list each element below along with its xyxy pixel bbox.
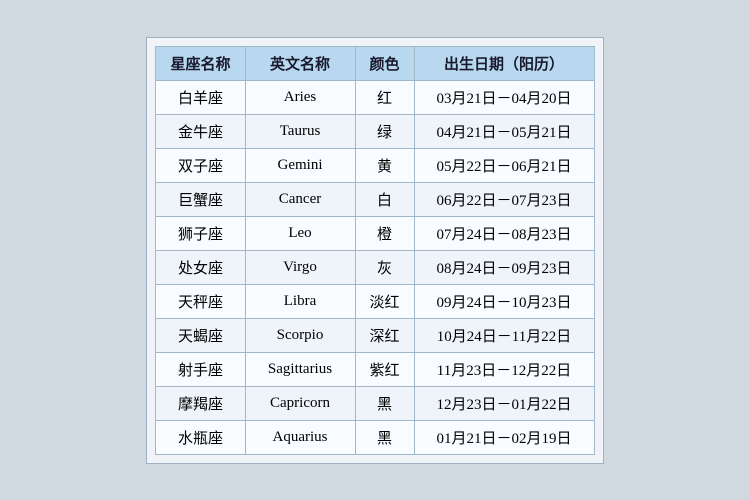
table-row: 白羊座Aries红03月21日－04月20日 xyxy=(156,80,594,114)
table-row: 水瓶座Aquarius黑01月21日－02月19日 xyxy=(156,420,594,454)
cell-english: Aquarius xyxy=(245,420,355,454)
header-chinese: 星座名称 xyxy=(156,46,245,80)
cell-chinese: 处女座 xyxy=(156,250,245,284)
table-row: 双子座Gemini黄05月22日－06月21日 xyxy=(156,148,594,182)
cell-english: Gemini xyxy=(245,148,355,182)
zodiac-table: 星座名称 英文名称 颜色 出生日期（阳历） 白羊座Aries红03月21日－04… xyxy=(155,46,594,455)
cell-english: Aries xyxy=(245,80,355,114)
cell-date: 03月21日－04月20日 xyxy=(414,80,594,114)
table-row: 摩羯座Capricorn黑12月23日－01月22日 xyxy=(156,386,594,420)
cell-english: Sagittarius xyxy=(245,352,355,386)
header-english: 英文名称 xyxy=(245,46,355,80)
header-color: 颜色 xyxy=(355,46,414,80)
zodiac-table-container: 星座名称 英文名称 颜色 出生日期（阳历） 白羊座Aries红03月21日－04… xyxy=(146,37,603,464)
table-row: 天秤座Libra淡红09月24日－10月23日 xyxy=(156,284,594,318)
cell-chinese: 摩羯座 xyxy=(156,386,245,420)
cell-color: 深红 xyxy=(355,318,414,352)
cell-date: 04月21日－05月21日 xyxy=(414,114,594,148)
table-row: 巨蟹座Cancer白06月22日－07月23日 xyxy=(156,182,594,216)
cell-chinese: 双子座 xyxy=(156,148,245,182)
cell-color: 淡红 xyxy=(355,284,414,318)
cell-english: Virgo xyxy=(245,250,355,284)
cell-date: 07月24日－08月23日 xyxy=(414,216,594,250)
cell-date: 11月23日－12月22日 xyxy=(414,352,594,386)
cell-english: Leo xyxy=(245,216,355,250)
cell-date: 12月23日－01月22日 xyxy=(414,386,594,420)
cell-chinese: 白羊座 xyxy=(156,80,245,114)
cell-date: 06月22日－07月23日 xyxy=(414,182,594,216)
cell-english: Capricorn xyxy=(245,386,355,420)
cell-chinese: 狮子座 xyxy=(156,216,245,250)
cell-color: 绿 xyxy=(355,114,414,148)
table-row: 狮子座Leo橙07月24日－08月23日 xyxy=(156,216,594,250)
cell-english: Cancer xyxy=(245,182,355,216)
cell-date: 05月22日－06月21日 xyxy=(414,148,594,182)
cell-chinese: 金牛座 xyxy=(156,114,245,148)
cell-color: 白 xyxy=(355,182,414,216)
cell-english: Taurus xyxy=(245,114,355,148)
cell-chinese: 天秤座 xyxy=(156,284,245,318)
cell-chinese: 巨蟹座 xyxy=(156,182,245,216)
table-row: 金牛座Taurus绿04月21日－05月21日 xyxy=(156,114,594,148)
cell-chinese: 天蝎座 xyxy=(156,318,245,352)
cell-color: 红 xyxy=(355,80,414,114)
cell-date: 10月24日－11月22日 xyxy=(414,318,594,352)
cell-english: Libra xyxy=(245,284,355,318)
table-row: 处女座Virgo灰08月24日－09月23日 xyxy=(156,250,594,284)
cell-chinese: 水瓶座 xyxy=(156,420,245,454)
cell-color: 橙 xyxy=(355,216,414,250)
cell-color: 灰 xyxy=(355,250,414,284)
cell-date: 09月24日－10月23日 xyxy=(414,284,594,318)
cell-english: Scorpio xyxy=(245,318,355,352)
cell-chinese: 射手座 xyxy=(156,352,245,386)
cell-date: 01月21日－02月19日 xyxy=(414,420,594,454)
header-date: 出生日期（阳历） xyxy=(414,46,594,80)
cell-color: 黑 xyxy=(355,420,414,454)
table-row: 射手座Sagittarius紫红11月23日－12月22日 xyxy=(156,352,594,386)
table-row: 天蝎座Scorpio深红10月24日－11月22日 xyxy=(156,318,594,352)
cell-color: 紫红 xyxy=(355,352,414,386)
cell-date: 08月24日－09月23日 xyxy=(414,250,594,284)
cell-color: 黑 xyxy=(355,386,414,420)
cell-color: 黄 xyxy=(355,148,414,182)
